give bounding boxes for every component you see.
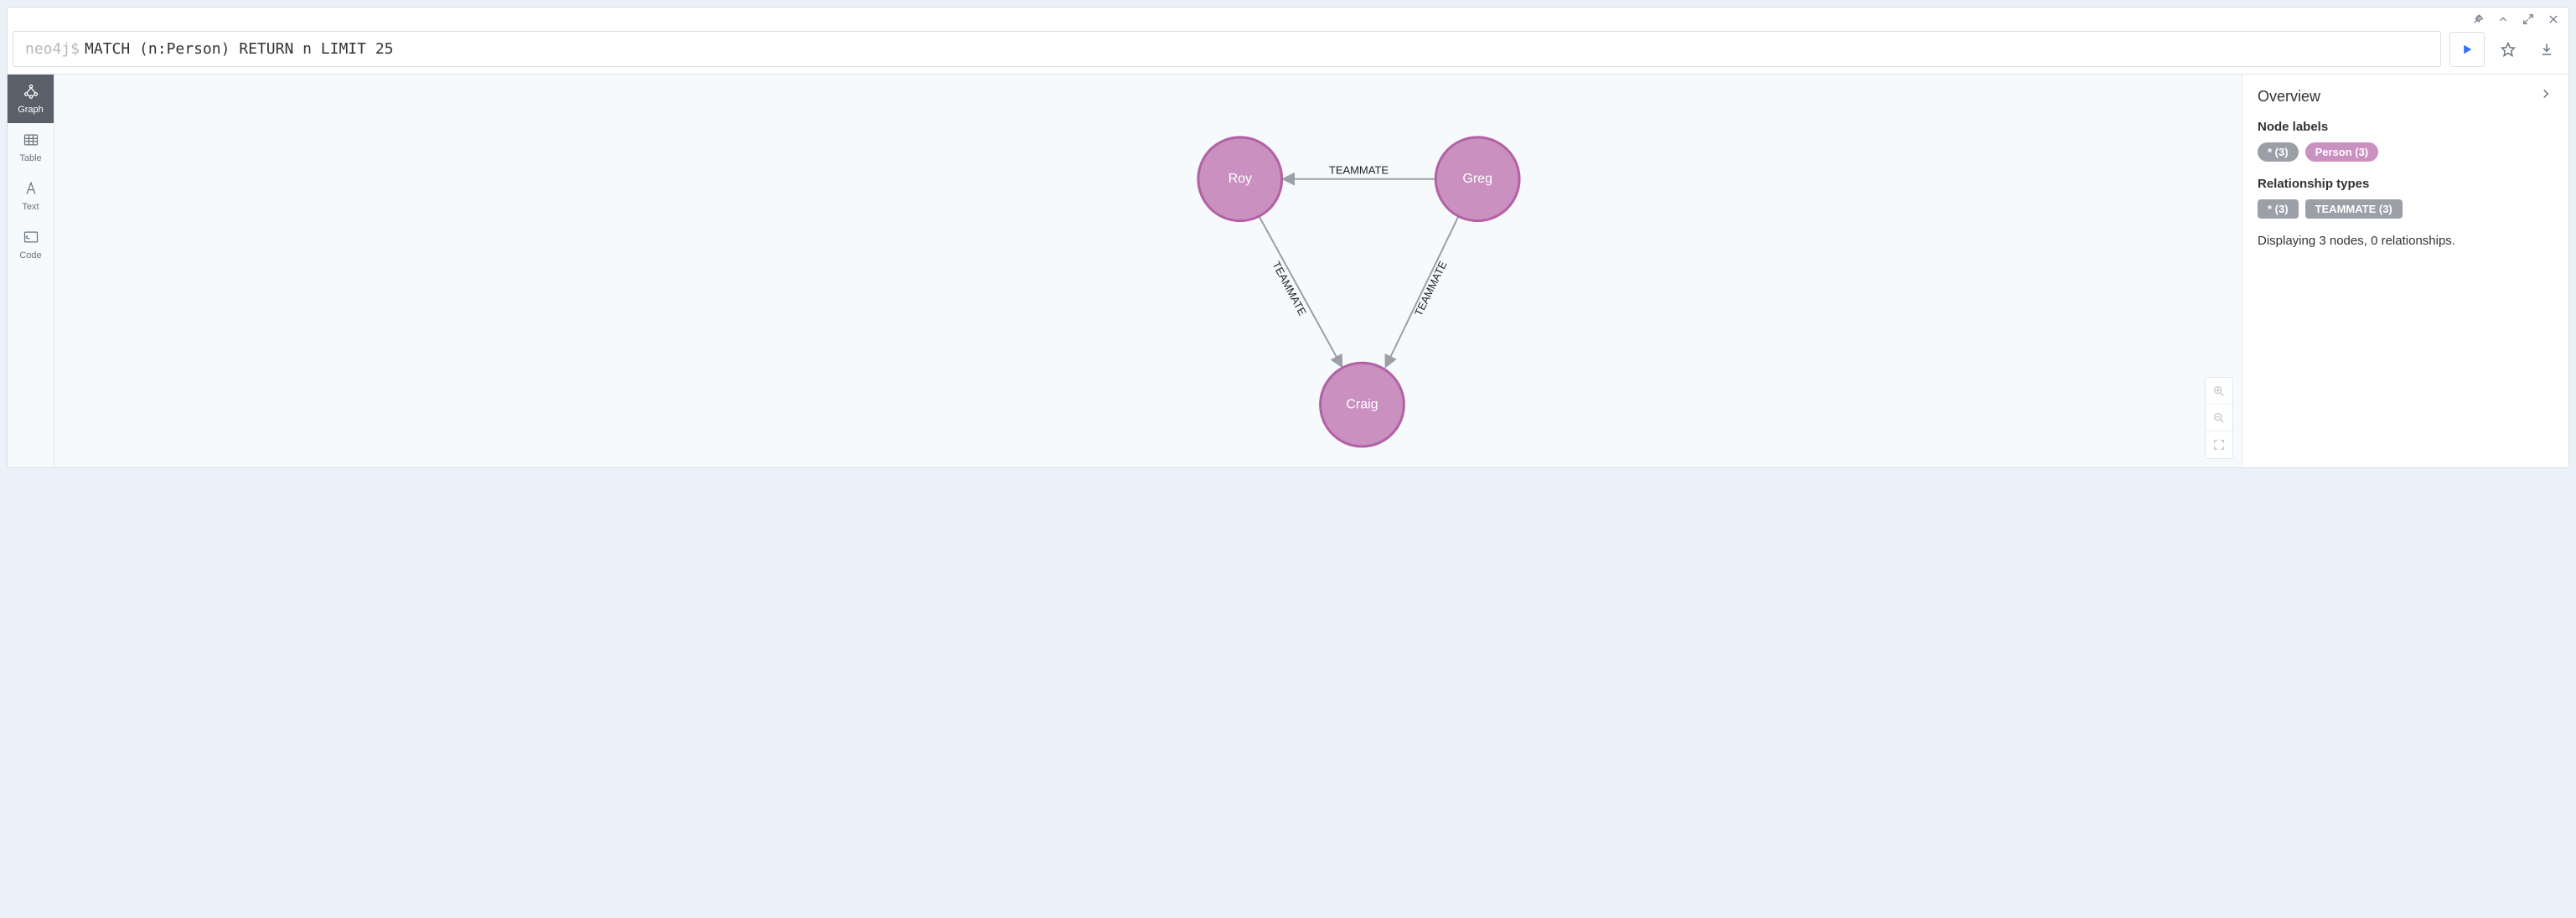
text-icon — [23, 180, 39, 199]
main-area: Graph Table Text Code — [8, 74, 2568, 467]
pill-all-relationships[interactable]: * (3) — [2258, 199, 2299, 219]
sidebar-item-table[interactable]: Table — [8, 123, 54, 172]
run-button[interactable] — [2449, 32, 2485, 67]
chevron-right-icon[interactable] — [2538, 86, 2553, 106]
sidebar-item-graph[interactable]: Graph — [8, 75, 54, 123]
table-icon — [23, 132, 39, 151]
result-frame: neo4j$ MATCH (n:Person) RETURN n LIMIT 2… — [7, 7, 2569, 468]
code-icon — [23, 229, 39, 248]
query-row: neo4j$ MATCH (n:Person) RETURN n LIMIT 2… — [8, 28, 2568, 74]
sidebar-item-label: Text — [22, 202, 39, 212]
graph-icon — [23, 83, 39, 102]
edge-label: TEAMMATE — [1270, 259, 1309, 317]
relationship-type-pills: * (3) TEAMMATE (3) — [2258, 199, 2553, 219]
relationship-types-heading: Relationship types — [2258, 177, 2553, 191]
zoom-in-button[interactable] — [2206, 378, 2232, 405]
zoom-fit-button[interactable] — [2206, 431, 2232, 458]
zoom-controls — [2205, 377, 2233, 459]
sidebar-item-text[interactable]: Text — [8, 172, 54, 220]
overview-title: Overview — [2258, 88, 2320, 106]
zoom-out-button[interactable] — [2206, 405, 2232, 431]
edge-roy-craig[interactable] — [1260, 217, 1342, 368]
sidebar-item-label: Graph — [18, 105, 44, 115]
node-labels-heading: Node labels — [2258, 120, 2553, 134]
sidebar-item-label: Table — [19, 153, 41, 163]
node-label: Roy — [1229, 172, 1252, 186]
pin-icon[interactable] — [2471, 13, 2485, 26]
node-label: Craig — [1346, 398, 1378, 412]
node-label: Greg — [1462, 172, 1492, 186]
window-icon-bar — [8, 8, 2568, 28]
display-status: Displaying 3 nodes, 0 relationships. — [2258, 234, 2553, 248]
view-sidebar: Graph Table Text Code — [8, 75, 54, 467]
node-craig[interactable]: Craig — [1321, 363, 1404, 446]
edge-label: TEAMMATE — [1412, 259, 1450, 318]
download-icon[interactable] — [2532, 32, 2562, 67]
edge-label: TEAMMATE — [1329, 164, 1389, 177]
close-icon[interactable] — [2547, 13, 2560, 26]
expand-icon[interactable] — [2522, 13, 2535, 26]
overview-panel: Overview Node labels * (3) Person (3) Re… — [2242, 75, 2568, 467]
overview-header: Overview — [2258, 86, 2553, 106]
graph-canvas[interactable]: TEAMMATE TEAMMATE TEAMMATE Roy Greg — [54, 75, 2242, 467]
query-input[interactable]: neo4j$ MATCH (n:Person) RETURN n LIMIT 2… — [13, 31, 2441, 67]
pill-teammate[interactable]: TEAMMATE (3) — [2305, 199, 2403, 219]
graph-svg: TEAMMATE TEAMMATE TEAMMATE Roy Greg — [54, 75, 2242, 467]
collapse-up-icon[interactable] — [2496, 13, 2510, 26]
sidebar-item-label: Code — [19, 250, 41, 260]
prompt-label: neo4j$ — [25, 40, 80, 58]
favorite-icon[interactable] — [2493, 32, 2523, 67]
node-roy[interactable]: Roy — [1198, 137, 1282, 221]
query-text: MATCH (n:Person) RETURN n LIMIT 25 — [85, 40, 393, 58]
node-label-pills: * (3) Person (3) — [2258, 142, 2553, 162]
sidebar-item-code[interactable]: Code — [8, 220, 54, 269]
node-greg[interactable]: Greg — [1435, 137, 1519, 221]
pill-all-nodes[interactable]: * (3) — [2258, 142, 2299, 162]
pill-person[interactable]: Person (3) — [2305, 142, 2379, 162]
